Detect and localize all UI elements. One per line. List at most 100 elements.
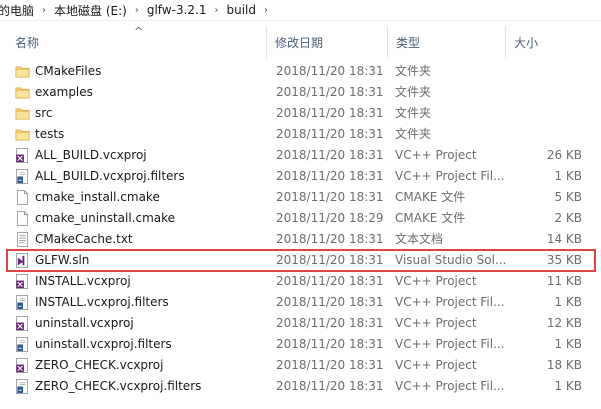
file-size: 11 KB [546, 274, 582, 288]
file-name: CMakeCache.txt [35, 232, 133, 246]
file-date: 2018/11/20 18:31 [276, 337, 384, 351]
sln-icon [15, 253, 30, 268]
filters-icon [15, 337, 30, 352]
file-name: INSTALL.vcxproj [35, 274, 131, 288]
file-type: 文本文档 [395, 232, 444, 246]
file-name: ZERO_CHECK.vcxproj.filters [35, 379, 202, 393]
file-row[interactable]: cmake_uninstall.cmake 2018/11/20 18:29 CMA… [0, 208, 601, 229]
file-size: 1 KB [554, 379, 582, 393]
column-header-type[interactable]: 类型 [388, 26, 506, 59]
filters-icon [15, 169, 30, 184]
file-row-selected[interactable]: GLFW.sln 2018/11/20 18:31 Visual Studio So… [0, 249, 601, 272]
file-row[interactable]: INSTALL.vcxproj 2018/11/20 18:31 VC++ Proj… [0, 271, 601, 292]
file-type: CMAKE 文件 [395, 190, 466, 204]
file-row[interactable]: ALL_BUILD.vcxproj 2018/11/20 18:31 VC++ Pr… [0, 145, 601, 166]
file-date: 2018/11/20 18:31 [276, 274, 384, 288]
breadcrumb-local-disk[interactable]: 本地磁盘 (E:) [50, 2, 131, 19]
folder-icon [15, 64, 30, 79]
file-type: VC++ Project Fil... [395, 169, 505, 183]
file-size: 26 KB [546, 148, 582, 162]
chevron-right-icon[interactable]: › [131, 5, 143, 16]
file-date: 2018/11/20 18:29 [276, 211, 384, 225]
chevron-right-icon[interactable]: › [210, 5, 222, 16]
file-size [514, 61, 582, 82]
chevron-right-icon[interactable]: › [38, 5, 50, 16]
column-name-label: 名称 [15, 36, 40, 50]
file-date: 2018/11/20 18:31 [276, 85, 384, 99]
file-type: 文件夹 [395, 85, 432, 99]
file-name: examples [35, 85, 93, 99]
file-date: 2018/11/20 18:31 [276, 316, 384, 330]
breadcrumb: 的电脑 › 本地磁盘 (E:) › glfw-3.2.1 › build › [0, 0, 601, 21]
file-name: INSTALL.vcxproj.filters [35, 295, 169, 309]
file-row[interactable]: ZERO_CHECK.vcxproj.filters 2018/11/20 18:… [0, 376, 601, 397]
file-icon [15, 211, 30, 226]
file-type: VC++ Project Fil... [395, 337, 505, 351]
file-name: ALL_BUILD.vcxproj.filters [35, 169, 185, 183]
vcxproj-icon [15, 316, 30, 331]
file-type: VC++ Project [395, 358, 477, 372]
file-size: 18 KB [546, 358, 582, 372]
file-name: GLFW.sln [35, 253, 90, 267]
file-name: ZERO_CHECK.vcxproj [35, 358, 164, 372]
file-name: cmake_uninstall.cmake [35, 211, 176, 225]
file-size: 14 KB [546, 232, 582, 246]
file-size [514, 124, 582, 145]
file-size: 2 KB [554, 211, 582, 225]
folder-icon [15, 106, 30, 121]
file-date: 2018/11/20 18:31 [276, 106, 384, 120]
file-list: CMakeFiles 2018/11/20 18:31 文件夹 examples 201… [0, 61, 601, 397]
vcxproj-icon [15, 358, 30, 373]
folder-icon [15, 127, 30, 142]
file-row[interactable]: src 2018/11/20 18:31 文件夹 [0, 103, 601, 124]
filters-icon [15, 295, 30, 310]
file-date: 2018/11/20 18:31 [276, 253, 384, 267]
file-row[interactable]: CMakeCache.txt 2018/11/20 18:31 文本文档 14 KB [0, 229, 601, 250]
file-date: 2018/11/20 18:31 [276, 64, 384, 78]
file-name: cmake_install.cmake [35, 190, 160, 204]
file-icon [15, 190, 30, 205]
file-size: 5 KB [554, 190, 582, 204]
file-row[interactable]: tests 2018/11/20 18:31 文件夹 [0, 124, 601, 145]
file-date: 2018/11/20 18:31 [276, 169, 384, 183]
column-type-label: 类型 [396, 36, 421, 50]
column-header-size[interactable]: 大小 [506, 26, 601, 59]
file-name: tests [35, 127, 65, 141]
folder-icon [15, 85, 30, 100]
breadcrumb-build[interactable]: build [222, 3, 260, 17]
file-row[interactable]: CMakeFiles 2018/11/20 18:31 文件夹 [0, 61, 601, 82]
column-date-label: 修改日期 [275, 36, 324, 50]
file-name: src [35, 106, 53, 120]
file-size [514, 82, 582, 103]
file-row[interactable]: uninstall.vcxproj 2018/11/20 18:31 VC++ Pr… [0, 313, 601, 334]
file-type: VC++ Project [395, 274, 477, 288]
column-header-date[interactable]: 修改日期 [267, 26, 388, 59]
file-name: uninstall.vcxproj.filters [35, 337, 172, 351]
file-name: uninstall.vcxproj [35, 316, 134, 330]
file-row[interactable]: INSTALL.vcxproj.filters 2018/11/20 18:31 V… [0, 292, 601, 313]
file-row[interactable]: examples 2018/11/20 18:31 文件夹 [0, 82, 601, 103]
file-row[interactable]: ZERO_CHECK.vcxproj 2018/11/20 18:31 VC++ P… [0, 355, 601, 376]
breadcrumb-glfw[interactable]: glfw-3.2.1 [143, 3, 211, 17]
column-header: ^ 名称 修改日期 类型 大小 [0, 25, 601, 59]
file-size: 1 KB [554, 169, 582, 183]
file-date: 2018/11/20 18:31 [276, 127, 384, 141]
file-size: 1 KB [554, 337, 582, 351]
file-row[interactable]: cmake_install.cmake 2018/11/20 18:31 CMAKE… [0, 187, 601, 208]
file-date: 2018/11/20 18:31 [276, 379, 384, 393]
file-date: 2018/11/20 18:31 [276, 148, 384, 162]
file-name: CMakeFiles [35, 64, 102, 78]
file-date: 2018/11/20 18:31 [276, 358, 384, 372]
file-date: 2018/11/20 18:31 [276, 190, 384, 204]
column-header-name[interactable]: 名称 [0, 26, 267, 59]
file-type: 文件夹 [395, 127, 432, 141]
file-row[interactable]: uninstall.vcxproj.filters 2018/11/20 18:3… [0, 334, 601, 355]
file-row[interactable]: ALL_BUILD.vcxproj.filters 2018/11/20 18:3… [0, 166, 601, 187]
breadcrumb-this-pc[interactable]: 的电脑 [0, 2, 38, 19]
file-type: VC++ Project [395, 148, 477, 162]
chevron-right-icon[interactable]: › [260, 5, 272, 16]
file-type: VC++ Project Fil... [395, 379, 505, 393]
file-type: CMAKE 文件 [395, 211, 466, 225]
vcxproj-icon [15, 274, 30, 289]
column-size-label: 大小 [514, 36, 539, 50]
